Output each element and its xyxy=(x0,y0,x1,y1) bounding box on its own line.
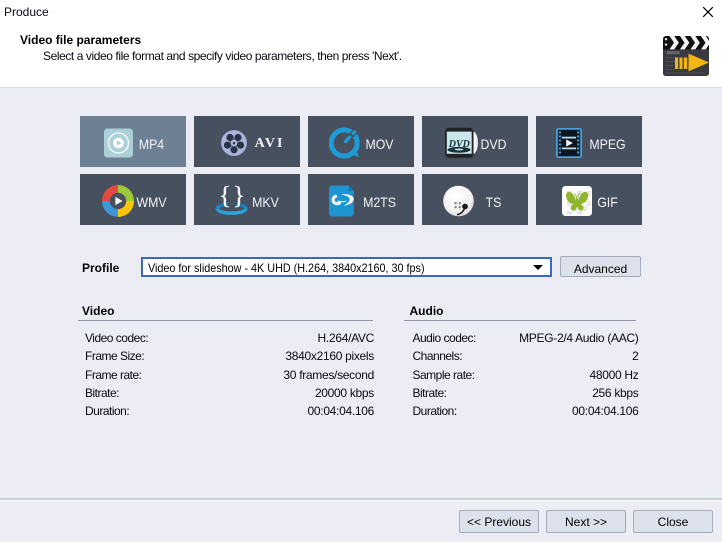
svg-text:{: { xyxy=(219,185,231,209)
